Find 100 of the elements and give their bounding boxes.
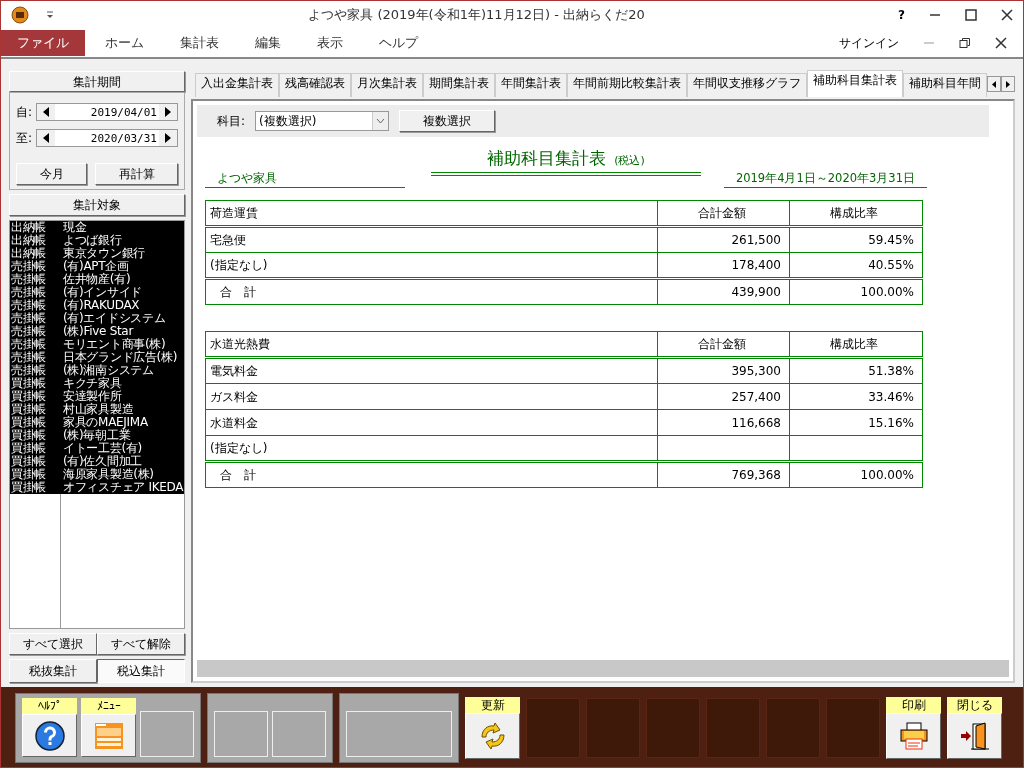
close-icon[interactable]	[995, 37, 1007, 49]
table-cell: 15.16%	[868, 415, 914, 430]
sign-in-link[interactable]: サインイン	[839, 34, 899, 52]
total-cell: 100.00%	[789, 278, 923, 305]
empty-slot	[706, 698, 760, 758]
action-button[interactable]: すべて選択	[9, 633, 97, 655]
account-cell-text: 海原家具製造(株)	[62, 467, 154, 481]
table-cell: 宅急便	[205, 226, 658, 253]
account-cell-text: 日本グランド広告(株)	[62, 350, 178, 364]
book-cell-text: 出納帳	[10, 220, 48, 234]
help-button[interactable]: ?	[898, 6, 905, 24]
table-cell: 395,300	[731, 364, 781, 379]
total-label: 合 計	[205, 461, 658, 488]
account-cell-text: (有)インサイド	[62, 285, 142, 299]
table-cell: 33.46%	[868, 389, 914, 404]
book-cell-text: 買掛帳	[10, 376, 48, 390]
account-cell-text: 東京タウン銀行	[62, 246, 145, 260]
action-button[interactable]: 今月	[16, 163, 87, 186]
right-arrow-icon	[1006, 80, 1010, 88]
tab[interactable]: 年間収支推移グラフ	[687, 73, 807, 97]
tab[interactable]: 年間集計表	[495, 73, 567, 97]
list-row[interactable]: 出納帳 現金	[10, 220, 184, 234]
total-cell: 439,900	[657, 278, 790, 305]
account-cell-text: 家具のMAEJIMA	[62, 415, 148, 429]
title-text: 補助科目集計表	[487, 148, 607, 168]
book-cell-text: 売掛帳	[10, 363, 48, 377]
book-cell-text: 売掛帳	[10, 259, 48, 273]
action-button[interactable]: 再計算	[95, 163, 178, 186]
total-cell: 100.00%	[789, 461, 923, 488]
menu-tab[interactable]: ファイル	[1, 30, 85, 56]
column-header: 荷造運賃	[205, 200, 658, 227]
company-name: よつや家具	[205, 170, 405, 189]
scroll-right-button[interactable]	[1001, 76, 1015, 92]
column-header: 合計金額	[657, 200, 790, 227]
target-header-button[interactable]: 集計対象	[9, 194, 185, 216]
tax-mode-button[interactable]: 税込集計	[97, 659, 185, 683]
app-icon	[11, 6, 29, 24]
account-cell-text: (株)毎朝工業	[62, 428, 131, 442]
book-cell-text: 売掛帳	[10, 311, 48, 325]
action-button[interactable]: すべて解除	[97, 633, 185, 655]
tab[interactable]: 期間集計表	[423, 73, 495, 97]
account-cell-text: 安達製作所	[62, 389, 122, 403]
menu-tab[interactable]: 集計表	[164, 30, 235, 56]
table-cell: 261,500	[731, 233, 781, 248]
total-cell: 769,368	[657, 461, 790, 488]
account-cell-text: (有)佐久間加工	[62, 454, 142, 468]
account-cell-text: オフィスチェア IKEDA	[62, 480, 184, 494]
title-note: (税込)	[614, 154, 645, 167]
close-icon[interactable]	[1001, 9, 1013, 21]
tax-mode-button[interactable]: 税抜集計	[9, 659, 97, 683]
tab[interactable]: 入出金集計表	[195, 73, 279, 97]
menu-tab[interactable]: 編集	[239, 30, 297, 56]
help-icon	[33, 719, 66, 752]
account-cell-text: モリエント商事(株)	[62, 337, 166, 351]
period-header-button[interactable]: 集計期間	[9, 71, 185, 93]
account-list[interactable]	[9, 219, 185, 629]
book-cell-text: 売掛帳	[10, 324, 48, 338]
book-cell-text: 買掛帳	[10, 480, 48, 494]
empty-slot	[272, 711, 326, 757]
scroll-left-button[interactable]	[987, 76, 1001, 92]
caret-icon[interactable]	[45, 10, 55, 20]
field-label: 科目:	[217, 113, 246, 130]
table-cell: 水道料金	[205, 409, 658, 436]
book-cell-text: 買掛帳	[10, 415, 48, 429]
multi-select-button[interactable]: 複数選択	[399, 110, 496, 132]
tab[interactable]: 残高確認表	[279, 73, 351, 97]
dropdown-value: (複数選択)	[259, 113, 317, 130]
menu-tab[interactable]: ヘルプ	[363, 30, 434, 56]
column-header: 水道光熱費	[205, 331, 658, 358]
maximize-icon[interactable]	[965, 9, 977, 21]
book-cell-text: 売掛帳	[10, 298, 48, 312]
empty-slot	[526, 698, 580, 758]
menu-tab[interactable]: 表示	[301, 30, 359, 56]
subject-dropdown[interactable]: (複数選択)	[255, 111, 390, 131]
book-cell-text: 買掛帳	[10, 454, 48, 468]
column-header: 構成比率	[789, 200, 923, 227]
tab[interactable]: 年間前期比較集計表	[567, 73, 687, 97]
restore-icon[interactable]	[959, 37, 971, 49]
window-title: よつや家具 (2019年(令和1年)11月12日) - 出納らくだ20	[307, 6, 646, 25]
table-cell: 40.55%	[868, 258, 914, 273]
field-label: 自:	[16, 104, 33, 122]
empty-slot	[826, 698, 880, 758]
book-cell-text: 売掛帳	[10, 337, 48, 351]
tab[interactable]: 月次集計表	[351, 73, 423, 97]
left-arrow-icon	[992, 80, 996, 88]
book-cell-text: 売掛帳	[10, 285, 48, 299]
book-cell-text: 売掛帳	[10, 350, 48, 364]
account-cell-text: 村山家具製造	[62, 402, 134, 416]
book-cell-text: 買掛帳	[10, 428, 48, 442]
menu-tab[interactable]: ホーム	[89, 30, 160, 56]
account-cell-text: よつば銀行	[62, 233, 122, 247]
tab[interactable]: 補助科目集計表	[807, 70, 903, 97]
book-cell-text: 買掛帳	[10, 402, 48, 416]
book-cell-text: 出納帳	[10, 246, 48, 260]
period-text: 2019年4月1日～2020年3月31日	[723, 170, 927, 189]
account-cell-text: (有)エイドシステム	[62, 311, 166, 325]
door-icon	[958, 720, 991, 752]
account-cell-text: 現金	[62, 220, 87, 234]
tab[interactable]: 補助科目年間	[903, 73, 987, 97]
empty-slot	[586, 698, 640, 758]
